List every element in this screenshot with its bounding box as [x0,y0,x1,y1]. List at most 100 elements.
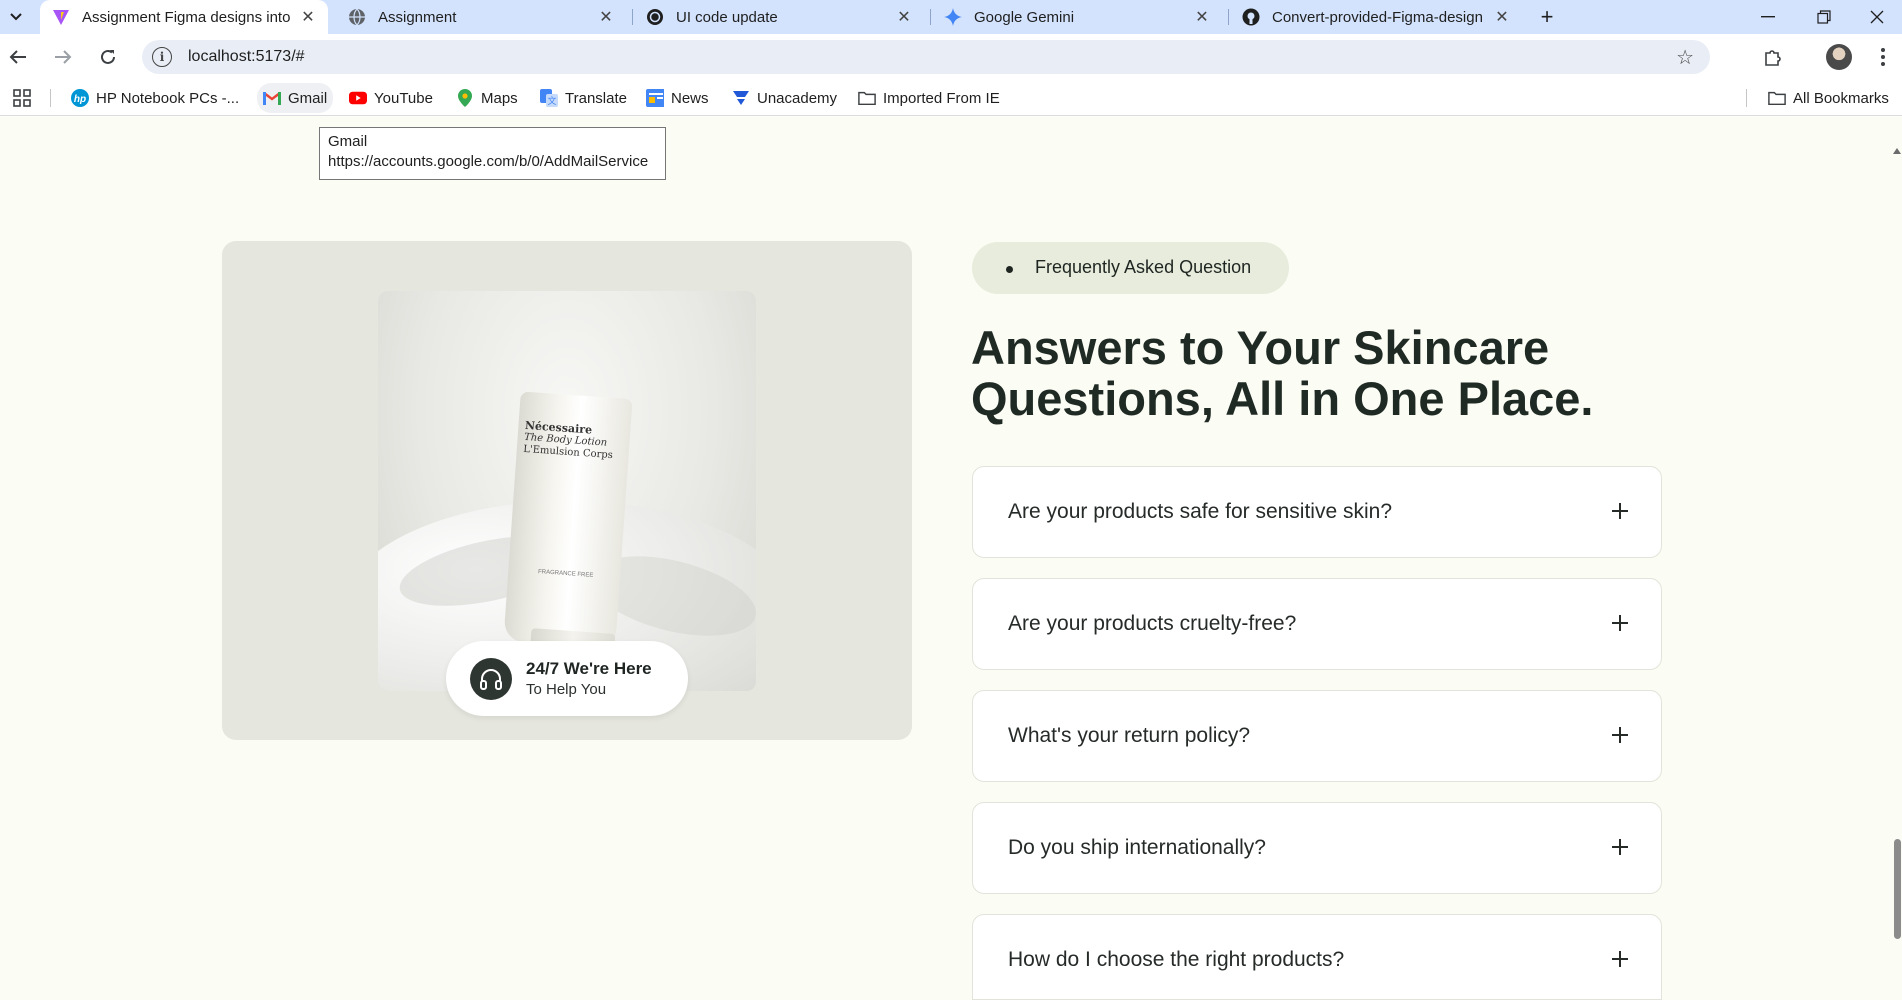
profile-avatar[interactable] [1826,44,1852,70]
faq-question[interactable]: How do I choose the right products? [1008,948,1344,972]
globe-icon [348,8,366,26]
faq-question[interactable]: What's your return policy? [1008,724,1250,748]
bookmark-maps[interactable]: Maps [456,80,518,116]
bookmark-translate[interactable]: 文 Translate [540,80,627,116]
tab-strip: Assignment Figma designs into ✕ Assignme… [0,0,1902,34]
bullet-dot-icon [1006,266,1013,273]
tab-title: Assignment Figma designs into [82,8,291,26]
tab-title: Assignment [378,8,457,26]
product-label: Nécessaire The Body Lotion L'Emulsion Co… [523,419,615,462]
news-icon [646,89,664,107]
forward-arrow-icon[interactable] [49,43,77,71]
section-badge: Frequently Asked Question [972,242,1289,294]
faq-item[interactable]: Are your products cruelty-free? [972,578,1662,670]
svg-text:文: 文 [547,95,556,106]
bookmark-gmail[interactable]: Gmail [257,83,334,113]
restore-icon[interactable] [1796,0,1852,34]
faq-item[interactable]: What's your return policy? [972,690,1662,782]
bookmark-tooltip: Gmail https://accounts.google.com/b/0/Ad… [319,127,666,180]
apps-grid-icon[interactable] [13,80,31,116]
badge-label: Frequently Asked Question [1035,257,1252,277]
bookmark-label: Unacademy [757,89,838,107]
gmail-icon [263,89,281,107]
bookmarks-bar: hp HP Notebook PCs -... Gmail YouTube Ma… [0,80,1902,116]
extensions-puzzle-icon[interactable] [1760,44,1786,70]
tab-ui-code-update[interactable]: UI code update ✕ [634,0,924,34]
translate-icon: 文 [540,89,558,107]
bookmark-imported-folder[interactable]: Imported From IE [858,80,1000,116]
scrollbar-thumb[interactable] [1894,839,1901,939]
tab-assignment[interactable]: Assignment ✕ [336,0,626,34]
faq-question[interactable]: Are your products cruelty-free? [1008,612,1296,636]
site-info-icon[interactable]: i [152,47,172,67]
minimize-icon[interactable] [1740,0,1796,34]
all-bookmarks-label: All Bookmarks [1793,89,1889,107]
folder-icon [858,89,876,107]
faq-heading: Answers to Your Skincare Questions, All … [971,321,1594,425]
bookmark-unacademy[interactable]: Unacademy [732,80,837,116]
bookmark-label: Maps [481,89,518,107]
bookmark-label: Imported From IE [883,89,1000,107]
maps-icon [456,89,474,107]
expand-plus-icon[interactable] [1611,726,1629,744]
scroll-up-arrow-icon[interactable] [1893,148,1901,154]
tooltip-title: Gmail [328,133,368,150]
tab-title: Convert-provided-Figma-design [1272,8,1483,26]
hp-icon: hp [71,89,89,107]
bookmark-label: Gmail [288,89,328,107]
expand-plus-icon[interactable] [1611,614,1629,632]
support-title: 24/7 We're Here [526,659,652,678]
tooltip-url: https://accounts.google.com/b/0/AddMailS… [328,153,649,170]
folder-icon [1768,89,1786,107]
openai-icon [646,8,664,26]
bookmark-youtube[interactable]: YouTube [349,80,433,116]
bookmark-separator [50,89,51,107]
close-tab-icon[interactable]: ✕ [596,7,616,27]
all-bookmarks-folder[interactable]: All Bookmarks [1768,80,1889,116]
close-tab-icon[interactable]: ✕ [1492,7,1512,27]
support-subtitle: To Help You [526,681,607,698]
tab-github-convert[interactable]: Convert-provided-Figma-design ✕ [1230,0,1522,34]
faq-item[interactable]: How do I choose the right products? [972,914,1662,1000]
url-text[interactable]: localhost:5173/# [188,48,305,66]
back-arrow-icon[interactable] [4,43,32,71]
expand-plus-icon[interactable] [1611,838,1629,856]
faq-question[interactable]: Are your products safe for sensitive ski… [1008,500,1392,524]
bookmark-separator [1746,89,1747,107]
expand-plus-icon[interactable] [1611,502,1629,520]
tab-title: Google Gemini [974,8,1075,26]
support-badge: 24/7 We're Here To Help You [446,641,688,716]
bookmark-label: Translate [565,89,627,107]
tab-separator [930,9,931,25]
headphones-icon [470,658,512,700]
bookmark-news[interactable]: News [646,80,709,116]
tab-separator [632,9,633,25]
browser-toolbar: i localhost:5173/# ☆ [0,34,1902,80]
tab-separator [1228,9,1229,25]
reload-icon[interactable] [94,43,122,71]
more-menu-icon[interactable] [1870,44,1896,70]
close-tab-icon[interactable]: ✕ [1192,7,1212,27]
bookmark-hp[interactable]: hp HP Notebook PCs -... [71,80,239,116]
new-tab-plus-icon[interactable]: + [1534,4,1560,30]
github-icon [1242,8,1260,26]
expand-plus-icon[interactable] [1611,950,1629,968]
unacademy-icon [732,89,750,107]
vite-icon [52,8,70,26]
faq-question[interactable]: Do you ship internationally? [1008,836,1266,860]
tab-assignment-figma[interactable]: Assignment Figma designs into ✕ [40,0,328,34]
bookmark-label: News [671,89,709,107]
address-bar[interactable]: i localhost:5173/# ☆ [142,40,1710,74]
bookmark-label: HP Notebook PCs -... [96,89,240,107]
product-photo: Nécessaire The Body Lotion L'Emulsion Co… [378,291,756,691]
close-tab-icon[interactable]: ✕ [894,7,914,27]
close-tab-icon[interactable]: ✕ [298,7,318,27]
bookmark-star-icon[interactable]: ☆ [1676,45,1694,70]
tab-title: UI code update [676,8,778,26]
close-window-icon[interactable] [1852,0,1902,34]
tab-search-chevron-icon[interactable] [4,5,28,29]
faq-item[interactable]: Do you ship internationally? [972,802,1662,894]
bookmark-label: YouTube [374,89,433,107]
faq-item[interactable]: Are your products safe for sensitive ski… [972,466,1662,558]
tab-google-gemini[interactable]: Google Gemini ✕ [932,0,1222,34]
